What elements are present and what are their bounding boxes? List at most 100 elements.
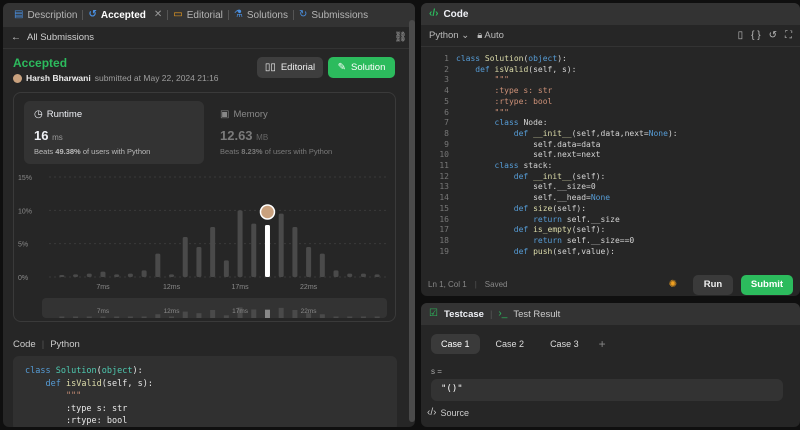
code-editor[interactable]: 1 2 3 4 5 6 7 8 9 10 11 12 13 14 15 16 1… <box>421 49 800 272</box>
reset-icon[interactable]: ↺ <box>769 30 777 41</box>
distribution-bar[interactable] <box>86 273 92 277</box>
distribution-bar[interactable] <box>333 270 339 277</box>
navigator-tick-label: 12ms <box>164 308 181 315</box>
link-icon[interactable]: ⛓ <box>394 32 407 43</box>
tab-test-result[interactable]: Test Result <box>513 309 560 320</box>
avatar[interactable] <box>13 73 22 83</box>
your-submission-marker[interactable] <box>259 204 276 220</box>
run-button[interactable]: Run <box>693 274 733 295</box>
code-preview-line: :rtype: bool <box>25 416 128 426</box>
code-line[interactable]: self.next=next <box>456 150 678 161</box>
code-line[interactable]: self.__head=None <box>456 193 678 204</box>
code-line[interactable]: """ <box>456 108 678 119</box>
bookmark-icon[interactable]: ▯ <box>738 30 744 41</box>
distribution-bar[interactable] <box>100 271 106 277</box>
tab-description[interactable]: ▤ Description <box>9 3 82 27</box>
add-case-icon[interactable]: + <box>599 337 606 351</box>
tab-editorial[interactable]: ▭ Editorial <box>168 3 228 27</box>
code-section-header: Code | Python <box>13 339 80 350</box>
flask-icon: ⚗ <box>233 9 243 20</box>
memory-beats-pct: 8.23% <box>241 147 263 156</box>
distribution-bar[interactable] <box>319 253 325 277</box>
navigator-bar <box>223 315 229 318</box>
distribution-bar[interactable] <box>264 225 270 277</box>
runtime-distribution-chart[interactable]: 15% 10% 5% 0% 7ms 12ms 17ms 22ms 7ms 12ms 17ms 22ms <box>14 171 395 321</box>
code-line[interactable]: :type s: str <box>456 86 678 97</box>
code-line[interactable]: class stack: <box>456 161 678 172</box>
x-tick-label: 17ms <box>232 284 250 291</box>
memory-panel[interactable]: ▣ Memory 12.63 MB Beats 8.23% of users w… <box>210 101 390 164</box>
code-line[interactable]: self.data=data <box>456 140 678 151</box>
distribution-bar[interactable] <box>169 274 175 277</box>
close-icon[interactable]: ✕ <box>154 10 162 20</box>
distribution-bar[interactable] <box>141 270 147 277</box>
distribution-bar[interactable] <box>210 227 216 277</box>
distribution-bar[interactable] <box>251 223 257 277</box>
testcase-input[interactable]: "()" <box>431 379 783 401</box>
navigator-bar <box>360 316 366 318</box>
distribution-bar[interactable] <box>347 273 353 277</box>
memory-label: Memory <box>233 109 268 120</box>
distribution-bar[interactable] <box>182 237 188 277</box>
code-line[interactable]: return self.__size==0 <box>456 236 678 247</box>
submit-button[interactable]: Submit <box>741 274 793 295</box>
distribution-bar[interactable] <box>196 247 202 277</box>
tab-testcase[interactable]: Testcase <box>444 309 484 320</box>
code-line[interactable]: """ <box>456 75 678 86</box>
distribution-bar[interactable] <box>59 275 65 277</box>
code-line[interactable]: :rtype: bool <box>456 97 678 108</box>
case-tab[interactable]: Case 2 <box>486 334 535 354</box>
distribution-bar[interactable] <box>292 227 298 277</box>
runtime-panel[interactable]: ◷ Runtime 16 ms Beats 49.38% of users wi… <box>24 101 204 164</box>
braces-icon[interactable]: { } <box>751 30 760 41</box>
distribution-bar[interactable] <box>237 210 243 277</box>
distribution-bar[interactable] <box>306 247 312 277</box>
left-scrollbar[interactable] <box>407 6 415 427</box>
code-line[interactable]: def size(self): <box>456 204 678 215</box>
distribution-bar[interactable] <box>223 260 229 277</box>
distribution-bar[interactable] <box>114 274 120 277</box>
distribution-bar[interactable] <box>127 273 133 277</box>
runtime-beats-pct: 49.38% <box>55 147 81 156</box>
expand-icon[interactable]: ⛶ <box>785 30 792 41</box>
distribution-bar[interactable] <box>155 253 161 277</box>
code-line[interactable]: def __init__(self): <box>456 172 678 183</box>
auto-mode-toggle[interactable]: 🔒︎ Auto <box>477 30 504 41</box>
code-line[interactable]: def is_empty(self): <box>456 225 678 236</box>
editorial-button[interactable]: ▯▯ Editorial <box>257 57 323 78</box>
distribution-bar[interactable] <box>73 274 79 277</box>
checkbox-icon: ☑ <box>429 308 438 319</box>
tab-solutions[interactable]: ⚗ Solutions <box>229 3 293 27</box>
tab-accepted[interactable]: ↺ Accepted ✕ <box>83 3 167 27</box>
arrow-left-icon[interactable]: ← <box>11 32 21 43</box>
code-line[interactable]: self.__size=0 <box>456 182 678 193</box>
y-tick-label: 5% <box>18 242 28 249</box>
navigator-bar <box>86 316 92 318</box>
tab-submissions[interactable]: ↻ Submissions <box>294 3 373 27</box>
sparkle-icon[interactable]: ✺ <box>669 279 677 290</box>
code-line[interactable]: return self.__size <box>456 215 678 226</box>
distribution-bar[interactable] <box>374 274 380 277</box>
code-line[interactable]: def __init__(self,data,next=None): <box>456 129 678 140</box>
case-tab[interactable]: Case 3 <box>540 334 589 354</box>
document-icon: ▤ <box>14 9 24 20</box>
source-link[interactable]: ‹/› Source <box>427 408 469 419</box>
code-preview-line: class Solution(object): <box>25 366 143 376</box>
left-scrollbar-thumb[interactable] <box>409 20 415 422</box>
navigator-bar <box>374 316 380 318</box>
code-line[interactable]: class Solution(object): <box>456 54 678 65</box>
case-tab[interactable]: Case 1 <box>431 334 480 354</box>
code-line[interactable]: def push(self,value): <box>456 247 678 258</box>
all-submissions-link[interactable]: All Submissions <box>27 32 94 43</box>
code-line[interactable]: class Node: <box>456 118 678 129</box>
distribution-bar[interactable] <box>360 273 366 277</box>
language-select[interactable]: Python ⌄ <box>429 30 469 41</box>
runtime-beats-suffix: of users with Python <box>82 147 151 156</box>
editorial-button-label: Editorial <box>280 62 316 73</box>
code-line[interactable]: def isValid(self, s): <box>456 65 678 76</box>
distribution-bar[interactable] <box>278 213 284 277</box>
y-tick-label: 10% <box>18 208 32 215</box>
author-name[interactable]: Harsh Bharwani <box>26 73 91 83</box>
solution-button[interactable]: ✎ Solution <box>328 57 395 78</box>
editor-source[interactable]: class Solution(object): def isValid(self… <box>456 54 678 257</box>
